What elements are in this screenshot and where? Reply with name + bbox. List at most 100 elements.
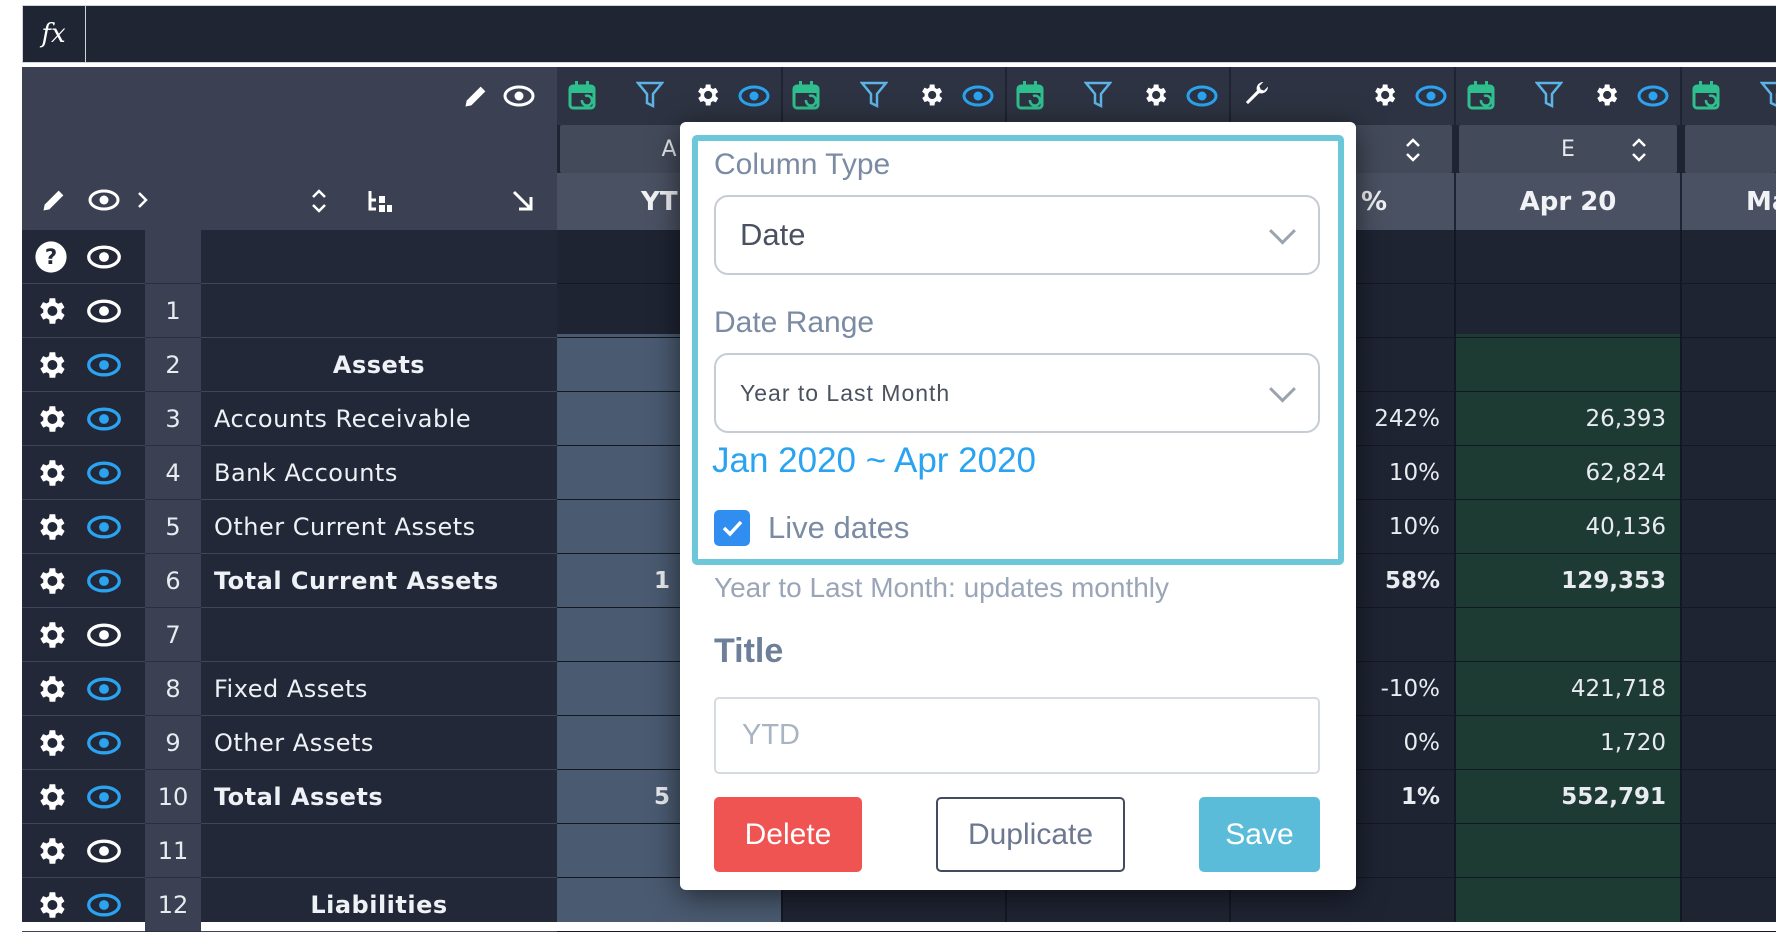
gear-icon[interactable] (34, 834, 68, 868)
row-label[interactable] (214, 284, 554, 338)
live-dates-label[interactable]: Live dates (768, 510, 909, 546)
apr-cell[interactable]: 40,136 (1456, 500, 1680, 554)
row-number[interactable]: 5 (145, 500, 201, 554)
gear-icon[interactable] (34, 456, 68, 490)
gear-icon[interactable] (34, 294, 68, 328)
eye-icon[interactable] (503, 84, 535, 108)
gear-icon[interactable] (34, 618, 68, 652)
gear-icon[interactable] (34, 564, 68, 598)
ytd-cell[interactable]: 5 (557, 770, 684, 824)
gear-icon[interactable] (34, 402, 68, 436)
row-label[interactable]: Liabilities (201, 878, 557, 932)
row-label[interactable]: Bank Accounts (214, 446, 554, 500)
eye-icon[interactable] (1186, 84, 1218, 108)
apr-cell[interactable]: 552,791 (1456, 770, 1680, 824)
wrench-icon[interactable] (1240, 78, 1272, 110)
eye-icon[interactable] (86, 407, 122, 431)
eye-icon[interactable] (88, 188, 120, 212)
pencil-icon[interactable] (40, 186, 68, 214)
eye-icon[interactable] (86, 299, 122, 323)
pencil-icon[interactable] (462, 82, 490, 110)
formula-bar[interactable] (22, 5, 1776, 63)
row-label[interactable]: Fixed Assets (214, 662, 554, 716)
gear-icon[interactable] (1370, 81, 1398, 109)
gear-icon[interactable] (34, 888, 68, 922)
row-number[interactable]: 12 (145, 878, 201, 932)
filter-icon[interactable] (1084, 80, 1112, 110)
eye-icon[interactable] (86, 893, 122, 917)
apr-cell[interactable]: 26,393 (1456, 392, 1680, 446)
eye-icon[interactable] (86, 839, 122, 863)
duplicate-button[interactable]: Duplicate (936, 797, 1125, 872)
column-letter[interactable] (1685, 125, 1776, 173)
calendar-refresh-icon[interactable] (792, 80, 822, 112)
save-button[interactable]: Save (1199, 797, 1320, 872)
row-label[interactable] (214, 824, 554, 878)
eye-icon[interactable] (86, 677, 122, 701)
row-label[interactable] (214, 230, 554, 284)
gear-icon[interactable] (34, 780, 68, 814)
eye-icon[interactable] (86, 731, 122, 755)
eye-icon[interactable] (86, 353, 122, 377)
apr-cell[interactable]: 1,720 (1456, 716, 1680, 770)
sort-icon[interactable] (1403, 135, 1423, 165)
column-title[interactable]: Ma (1682, 173, 1776, 230)
calendar-refresh-icon[interactable] (1692, 80, 1722, 112)
gear-icon[interactable] (34, 348, 68, 382)
sort-icon[interactable] (1629, 135, 1649, 165)
row-label[interactable]: Other Assets (214, 716, 554, 770)
eye-icon[interactable] (86, 785, 122, 809)
column-title[interactable]: Apr 20 (1456, 173, 1680, 230)
row-number[interactable]: 1 (145, 284, 201, 338)
eye-icon[interactable] (1637, 84, 1669, 108)
ytd-cell[interactable]: 1 (557, 554, 684, 608)
eye-icon[interactable] (86, 461, 122, 485)
eye-icon[interactable] (962, 84, 994, 108)
apr-cell[interactable]: 62,824 (1456, 446, 1680, 500)
eye-icon[interactable] (738, 84, 770, 108)
filter-icon[interactable] (1760, 80, 1776, 110)
gear-icon[interactable] (34, 726, 68, 760)
eye-icon[interactable] (86, 623, 122, 647)
help-icon[interactable]: ? (34, 240, 68, 274)
gear-icon[interactable] (1141, 81, 1169, 109)
row-number[interactable]: 4 (145, 446, 201, 500)
expand-arrow-icon[interactable] (510, 188, 536, 214)
row-label[interactable]: Total Assets (214, 770, 554, 824)
title-input[interactable]: YTD (714, 697, 1320, 774)
filter-icon[interactable] (860, 80, 888, 110)
calendar-refresh-icon[interactable] (568, 80, 598, 112)
gear-icon[interactable] (1592, 81, 1620, 109)
gear-icon[interactable] (917, 81, 945, 109)
apr-cell[interactable]: 129,353 (1456, 554, 1680, 608)
row-label[interactable]: Total Current Assets (214, 554, 554, 608)
row-number[interactable]: 2 (145, 338, 201, 392)
sort-icon[interactable] (309, 186, 329, 216)
row-label[interactable]: Assets (201, 338, 557, 392)
filter-icon[interactable] (1535, 80, 1563, 110)
row-number[interactable]: 3 (145, 392, 201, 446)
row-number[interactable]: 9 (145, 716, 201, 770)
column-type-select[interactable]: Date (714, 195, 1320, 275)
eye-icon[interactable] (86, 245, 122, 269)
row-number[interactable]: 10 (145, 770, 201, 824)
row-number[interactable]: 7 (145, 608, 201, 662)
row-number[interactable]: 11 (145, 824, 201, 878)
date-range-select[interactable]: Year to Last Month (714, 353, 1320, 433)
row-number[interactable] (145, 230, 201, 284)
gear-icon[interactable] (34, 510, 68, 544)
calendar-refresh-icon[interactable] (1467, 80, 1497, 112)
row-label[interactable]: Accounts Receivable (214, 392, 554, 446)
filter-icon[interactable] (636, 80, 664, 110)
eye-icon[interactable] (86, 515, 122, 539)
chevron-right-icon[interactable] (136, 190, 150, 210)
tree-icon[interactable] (366, 188, 394, 214)
gear-icon[interactable] (34, 672, 68, 706)
gear-icon[interactable] (693, 81, 721, 109)
row-label[interactable] (214, 608, 554, 662)
row-number[interactable]: 8 (145, 662, 201, 716)
row-label[interactable]: Other Current Assets (214, 500, 554, 554)
fx-icon[interactable]: fx (22, 5, 86, 63)
apr-cell[interactable]: 421,718 (1456, 662, 1680, 716)
eye-icon[interactable] (1415, 84, 1447, 108)
